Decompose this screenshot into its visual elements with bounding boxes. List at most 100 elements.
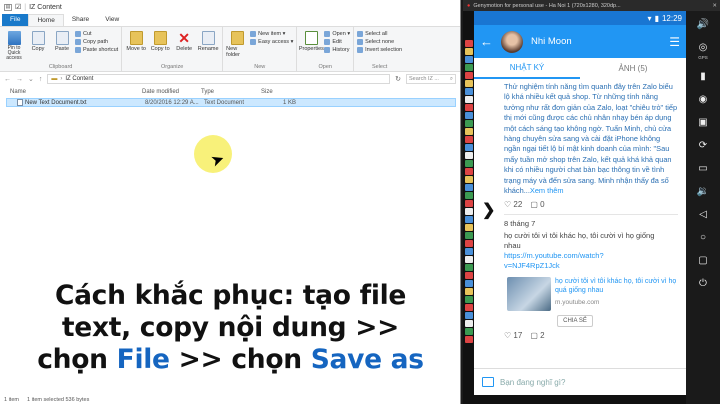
- app-icon[interactable]: [465, 328, 473, 335]
- app-icon[interactable]: [465, 232, 473, 239]
- app-icon[interactable]: [465, 224, 473, 231]
- app-icon[interactable]: [465, 152, 473, 159]
- app-icon[interactable]: [465, 168, 473, 175]
- app-icon[interactable]: [465, 304, 473, 311]
- camera-icon[interactable]: ◉: [695, 92, 711, 106]
- image-icon[interactable]: [482, 377, 494, 387]
- share-button[interactable]: CHIA SẺ: [557, 315, 593, 328]
- app-icon[interactable]: [465, 320, 473, 327]
- open-button[interactable]: Open ▾: [324, 31, 350, 37]
- new-item-button[interactable]: New item ▾: [250, 31, 293, 37]
- cut-button[interactable]: Cut: [75, 31, 118, 37]
- select-all-button[interactable]: Select all: [357, 31, 402, 37]
- rotate-icon[interactable]: ⟳: [695, 138, 711, 152]
- recents-icon[interactable]: ▢: [695, 253, 711, 267]
- app-icon[interactable]: [465, 48, 473, 55]
- see-more-link[interactable]: Xem thêm: [530, 186, 564, 195]
- app-icon[interactable]: [465, 40, 473, 47]
- close-icon[interactable]: ✕: [712, 3, 720, 9]
- breadcrumb[interactable]: IZ Content: [65, 76, 93, 82]
- like-button[interactable]: ♡ 17: [504, 331, 522, 340]
- move-to-button[interactable]: Move to: [125, 29, 147, 62]
- app-icon[interactable]: [465, 248, 473, 255]
- app-icon[interactable]: [465, 80, 473, 87]
- id-icon[interactable]: ▣: [695, 115, 711, 129]
- app-icon[interactable]: [465, 96, 473, 103]
- app-icon[interactable]: [465, 160, 473, 167]
- link-preview-card[interactable]: họ cười tôi vì tôi khác họ, tôi cười vì …: [507, 277, 678, 312]
- app-icon[interactable]: [465, 176, 473, 183]
- app-icon[interactable]: [465, 112, 473, 119]
- app-icon[interactable]: [465, 88, 473, 95]
- invert-selection-button[interactable]: Invert selection: [357, 47, 402, 53]
- quick-access-toolbar-icon[interactable]: ☑: [15, 3, 21, 11]
- app-icon[interactable]: [465, 208, 473, 215]
- chevron-down-icon[interactable]: ⌄: [28, 75, 34, 83]
- delete-button[interactable]: ✕ Delete: [173, 29, 195, 62]
- volume-down-icon[interactable]: 🔉: [695, 184, 711, 198]
- menu-icon[interactable]: ☰: [669, 35, 680, 49]
- post-link[interactable]: https://m.youtube.com/watch?v=NJF4RpZ1Jc…: [504, 251, 656, 271]
- edit-button[interactable]: Edit: [324, 39, 350, 45]
- gps-icon[interactable]: ◎: [695, 40, 711, 54]
- tab-file[interactable]: File: [2, 14, 29, 26]
- app-icon[interactable]: [465, 144, 473, 151]
- app-icon[interactable]: [465, 192, 473, 199]
- file-row[interactable]: New Text Document.txt 8/20/2016 12:29 A.…: [6, 98, 456, 107]
- tab-photos[interactable]: ẢNH (5): [580, 58, 686, 79]
- app-icon[interactable]: [465, 136, 473, 143]
- rename-button[interactable]: Rename: [197, 29, 219, 62]
- app-icon[interactable]: [465, 296, 473, 303]
- app-icon[interactable]: [465, 336, 473, 343]
- app-icon[interactable]: [465, 256, 473, 263]
- column-type[interactable]: Type: [201, 89, 261, 95]
- app-icon[interactable]: [465, 312, 473, 319]
- search-input[interactable]: Search IZ ... ⌕: [406, 74, 456, 84]
- column-size[interactable]: Size: [261, 89, 291, 95]
- screen-icon[interactable]: ▭: [695, 161, 711, 175]
- history-button[interactable]: History: [324, 47, 350, 53]
- tab-home[interactable]: Home: [28, 14, 64, 26]
- power-icon[interactable]: ⏻: [695, 276, 711, 290]
- tab-view[interactable]: View: [97, 14, 127, 26]
- compose-bar[interactable]: Bạn đang nghĩ gì?: [474, 368, 686, 395]
- back-arrow-icon[interactable]: ←: [480, 34, 493, 49]
- copy-path-button[interactable]: Copy path: [75, 39, 118, 45]
- paste-shortcut-button[interactable]: Paste shortcut: [75, 47, 118, 53]
- like-button[interactable]: ♡ 22: [504, 200, 522, 209]
- back-icon[interactable]: ◁: [695, 207, 711, 221]
- battery-icon[interactable]: ▮: [695, 69, 711, 83]
- app-icon[interactable]: [465, 264, 473, 271]
- tab-share[interactable]: Share: [64, 14, 97, 26]
- copy-button[interactable]: Copy: [27, 29, 49, 62]
- comment-button[interactable]: ▢ 2: [530, 331, 544, 340]
- avatar[interactable]: [501, 30, 523, 53]
- paste-button[interactable]: Paste: [51, 29, 73, 62]
- new-folder-button[interactable]: New folder: [226, 29, 248, 62]
- column-date[interactable]: Date modified: [142, 89, 201, 95]
- select-none-button[interactable]: Select none: [357, 39, 402, 45]
- comment-button[interactable]: ▢ 0: [530, 200, 544, 209]
- app-icon[interactable]: [465, 128, 473, 135]
- app-icon[interactable]: [465, 200, 473, 207]
- app-icon[interactable]: [465, 288, 473, 295]
- app-icon[interactable]: [465, 72, 473, 79]
- back-arrow-icon[interactable]: ←: [4, 76, 11, 83]
- app-icon[interactable]: [465, 272, 473, 279]
- path-field[interactable]: ▬ › IZ Content: [47, 74, 391, 84]
- app-icon[interactable]: [465, 120, 473, 127]
- pin-quick-access-button[interactable]: Pin to Quick access: [3, 29, 25, 62]
- easy-access-button[interactable]: Easy access ▾: [250, 39, 293, 45]
- app-icon[interactable]: [465, 216, 473, 223]
- tab-timeline[interactable]: NHẬT KÝ: [474, 58, 580, 79]
- refresh-icon[interactable]: ↻: [395, 75, 401, 83]
- app-icon[interactable]: [465, 240, 473, 247]
- home-icon[interactable]: ○: [695, 230, 711, 244]
- column-name[interactable]: Name: [10, 89, 142, 95]
- up-arrow-icon[interactable]: ↑: [39, 76, 43, 83]
- properties-button[interactable]: Properties: [299, 29, 324, 62]
- forward-arrow-icon[interactable]: →: [16, 76, 23, 83]
- app-icon[interactable]: [465, 56, 473, 63]
- app-icon[interactable]: [465, 64, 473, 71]
- app-icon[interactable]: [465, 184, 473, 191]
